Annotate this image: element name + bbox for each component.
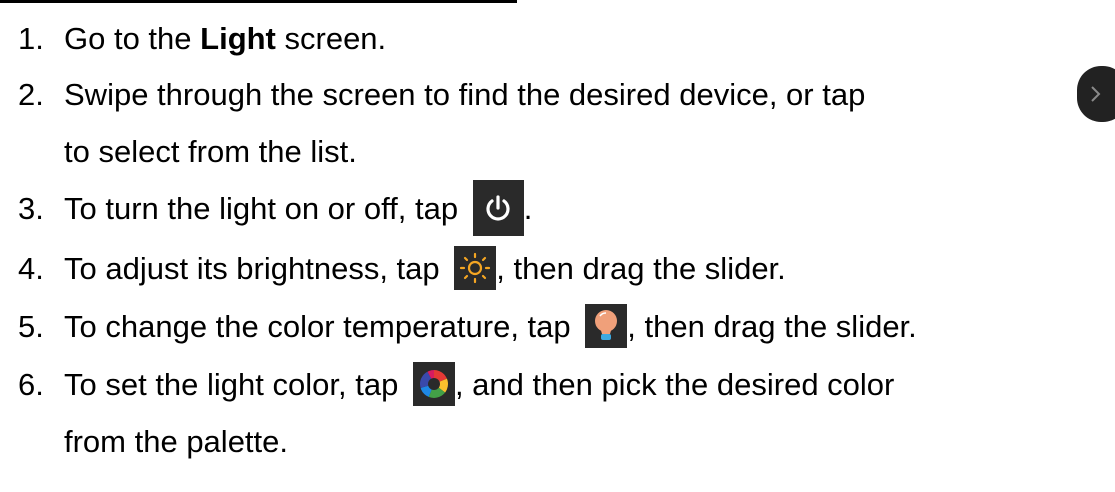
step-text: Go to the Light screen. [64, 23, 386, 54]
step-text: To turn the light on or off, tap . [64, 180, 532, 236]
chevron-right-icon [1077, 66, 1115, 122]
step-text-after: , and then pick the desired color [454, 366, 895, 402]
step-text: To set the light color, tap , and then p… [64, 362, 894, 406]
step-text-before: To adjust its brightness, tap [64, 250, 449, 286]
step-text-before: Go to the [64, 20, 201, 56]
step-text-after: , then drag the slider. [627, 308, 917, 344]
light-screen-label: Light [200, 20, 276, 56]
power-icon [472, 180, 524, 236]
brightness-icon [454, 246, 497, 290]
step-number: 4. [18, 250, 44, 286]
step-text: To change the color temperature, tap , t… [64, 304, 917, 348]
step-text: Swipe through the screen to find the des… [64, 76, 866, 112]
step-text-before: To change the color temperature, tap [64, 308, 580, 344]
step-text-before: To set the light color, tap [64, 366, 407, 402]
step-text-continuation: from the palette. [64, 423, 289, 459]
step-text-before: To turn the light on or off, tap [64, 190, 467, 226]
step-number: 3. [18, 190, 44, 226]
color-wheel-icon [412, 362, 455, 406]
step-text-continuation: to select from the list. [64, 133, 357, 169]
step-text-after: , then drag the slider. [496, 250, 786, 286]
bulb-icon [585, 304, 628, 348]
step-text-after: . [523, 190, 533, 226]
step-text: To adjust its brightness, tap , then dra… [64, 246, 786, 290]
step-number: 6. [18, 366, 44, 402]
step-number: 5. [18, 308, 44, 344]
instruction-list: 1. Go to the Light screen. 2. Swipe thro… [0, 0, 1115, 492]
step-number: 1. [18, 20, 44, 56]
step-number: 2. [18, 76, 44, 112]
step-text-after: screen. [275, 20, 387, 56]
